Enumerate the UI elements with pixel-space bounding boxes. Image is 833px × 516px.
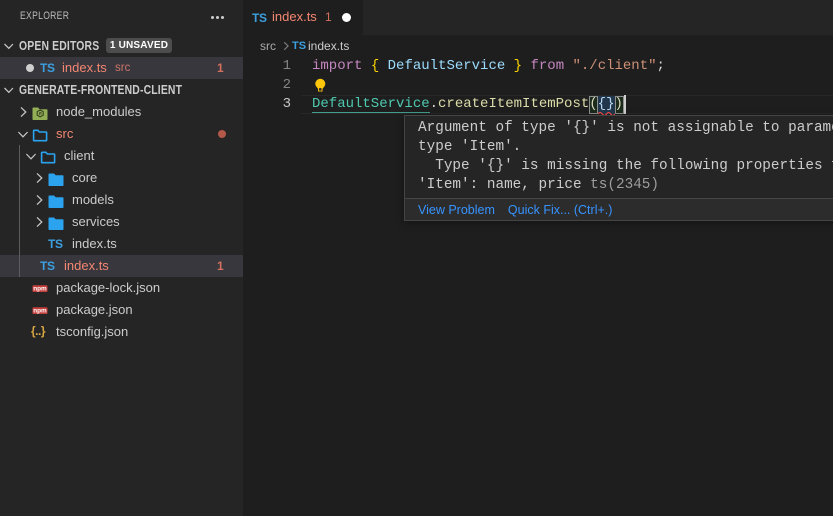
svg-text:npm: npm	[33, 308, 47, 315]
svg-text:npm: npm	[33, 286, 47, 293]
